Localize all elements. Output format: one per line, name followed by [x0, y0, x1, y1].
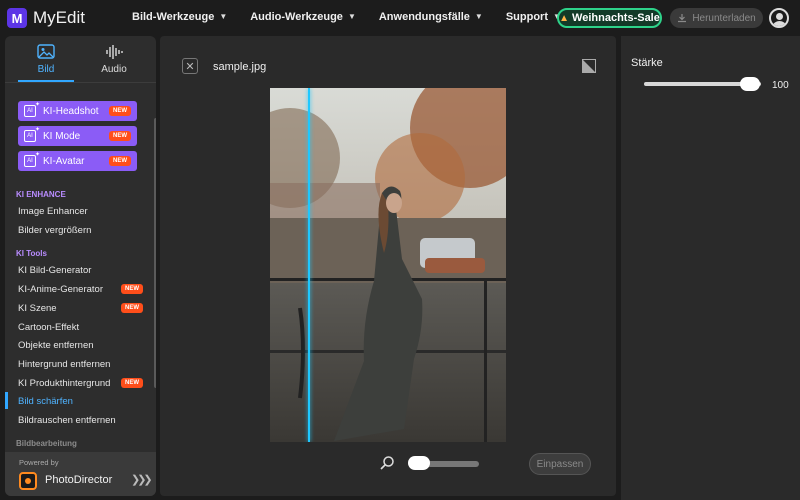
compare-toggle-icon[interactable] — [582, 59, 596, 73]
nav-audio-werkzeuge[interactable]: Audio-Werkzeuge ▼ — [250, 11, 356, 23]
preview-image[interactable] — [270, 88, 506, 442]
new-badge: NEW — [121, 378, 143, 388]
close-button[interactable]: ✕ — [182, 58, 198, 74]
main-nav: Bild-Werkzeuge ▼ Audio-Werkzeuge ▼ Anwendu… — [132, 11, 584, 23]
myedit-logo-icon: M — [7, 8, 27, 28]
photodirector-logo-icon — [19, 472, 37, 490]
section-title-ki-tools: KI Tools — [16, 249, 47, 258]
menu-item-ki-anime-generator[interactable]: KI-Anime-Generator NEW — [18, 284, 143, 295]
sale-button[interactable]: ▲ Weihnachts-Sale — [557, 8, 662, 28]
new-badge: NEW — [109, 106, 131, 116]
image-icon — [37, 44, 55, 59]
fit-button[interactable]: Einpassen — [529, 453, 591, 475]
sidebar: Bild Audio AI KI-Headshot NEW AI KI Mode… — [5, 36, 156, 496]
strength-slider-handle[interactable] — [740, 77, 760, 91]
menu-item-label: KI Szene — [18, 303, 57, 314]
tab-label: Bild — [37, 64, 55, 75]
download-button[interactable]: Herunterladen — [670, 8, 763, 28]
menu-item-objekte-entfernen[interactable]: Objekte entfernen — [18, 340, 143, 351]
tab-label: Audio — [101, 64, 127, 75]
menu-item-hintergrund-entfernen[interactable]: Hintergrund entfernen — [18, 359, 143, 370]
powered-by-panel[interactable]: Powered by PhotoDirector ❯❯❯ — [5, 452, 156, 496]
menu-item-label: KI-Anime-Generator — [18, 284, 104, 295]
promo-ki-avatar[interactable]: AI KI-Avatar NEW — [18, 151, 137, 171]
section-title-ki-enhance: KI ENHANCE — [16, 190, 66, 199]
double-chevron-right-icon: ❯❯❯ — [131, 474, 153, 486]
ai-sparkle-icon: AI — [24, 101, 40, 117]
ai-sparkle-icon: AI — [24, 151, 40, 167]
menu-item-cartoon-effekt[interactable]: Cartoon-Effekt — [18, 322, 143, 333]
strength-value: 100 — [772, 80, 789, 91]
app-name: MyEdit — [33, 8, 85, 27]
top-bar: M MyEdit Bild-Werkzeuge ▼ Audio-Werkzeuge… — [0, 0, 800, 36]
menu-item-label: KI Produkthintergrund — [18, 378, 111, 389]
section-title-bildbearbeitung: Bildbearbeitung — [16, 439, 77, 448]
powered-brand: PhotoDirector — [45, 474, 113, 486]
new-badge: NEW — [109, 131, 131, 141]
powered-by-label: Powered by — [19, 458, 59, 467]
sidebar-scrollbar[interactable] — [154, 118, 156, 388]
nav-anwendungsfaelle[interactable]: Anwendungsfälle ▼ — [379, 11, 483, 23]
nav-label: Audio-Werkzeuge — [250, 11, 343, 23]
christmas-tree-icon: ▲ — [559, 12, 570, 24]
close-icon: ✕ — [185, 60, 195, 73]
tab-audio[interactable]: Audio — [86, 44, 142, 75]
nav-bild-werkzeuge[interactable]: Bild-Werkzeuge ▼ — [132, 11, 227, 23]
menu-item-ki-bild-generator[interactable]: KI Bild-Generator — [18, 265, 143, 276]
menu-item-bildrauschen-entfernen[interactable]: Bildrauschen entfernen — [18, 415, 143, 426]
promo-label: KI-Avatar — [43, 155, 85, 167]
tab-bild[interactable]: Bild — [18, 44, 74, 75]
active-item-indicator — [5, 392, 8, 409]
promo-label: KI Mode — [43, 130, 81, 142]
promo-ki-mode[interactable]: AI KI Mode NEW — [18, 126, 137, 146]
nav-label: Anwendungsfälle — [378, 11, 470, 23]
chevron-down-icon: ▼ — [219, 11, 228, 21]
app-logo[interactable]: M MyEdit — [7, 8, 85, 28]
nav-label: Support — [505, 11, 549, 23]
menu-item-ki-szene[interactable]: KI Szene NEW — [18, 303, 143, 314]
audio-waveform-icon — [106, 45, 123, 59]
menu-item-bilder-vergroessern[interactable]: Bilder vergrößern — [18, 225, 143, 236]
zoom-slider-handle[interactable] — [408, 456, 430, 470]
sidebar-menu: AI KI-Headshot NEW AI KI Mode NEW AI KI-… — [5, 83, 156, 453]
canvas-panel: ✕ sample.jpg Einpassen — [160, 36, 616, 496]
menu-item-bild-schaerfen[interactable]: Bild schärfen — [18, 396, 143, 407]
sidebar-tabs: Bild Audio — [5, 36, 156, 82]
zoom-icon[interactable] — [379, 455, 395, 471]
chevron-down-icon: ▼ — [474, 11, 483, 21]
settings-panel: Stärke 100 — [621, 36, 800, 500]
menu-item-image-enhancer[interactable]: Image Enhancer — [18, 206, 143, 217]
new-badge: NEW — [121, 284, 143, 294]
nav-support[interactable]: Support▼ — [506, 11, 561, 23]
promo-label: KI-Headshot — [43, 105, 99, 117]
menu-item-ki-produkthintergrund[interactable]: KI Produkthintergrund NEW — [18, 378, 143, 389]
new-badge: NEW — [109, 156, 131, 166]
strength-label: Stärke — [631, 57, 663, 69]
download-icon — [678, 14, 687, 23]
nav-label: Bild-Werkzeuge — [132, 11, 215, 23]
user-avatar-icon[interactable] — [769, 8, 789, 28]
comparison-divider-handle[interactable] — [308, 88, 310, 442]
file-name: sample.jpg — [213, 61, 267, 73]
promo-ki-headshot[interactable]: AI KI-Headshot NEW — [18, 101, 137, 121]
ai-sparkle-icon: AI — [24, 126, 40, 142]
download-label: Herunterladen — [692, 12, 756, 24]
photo-content — [270, 88, 506, 442]
sale-label: Weihnachts-Sale — [572, 12, 660, 24]
new-badge: NEW — [121, 303, 143, 313]
chevron-down-icon: ▼ — [347, 11, 356, 21]
